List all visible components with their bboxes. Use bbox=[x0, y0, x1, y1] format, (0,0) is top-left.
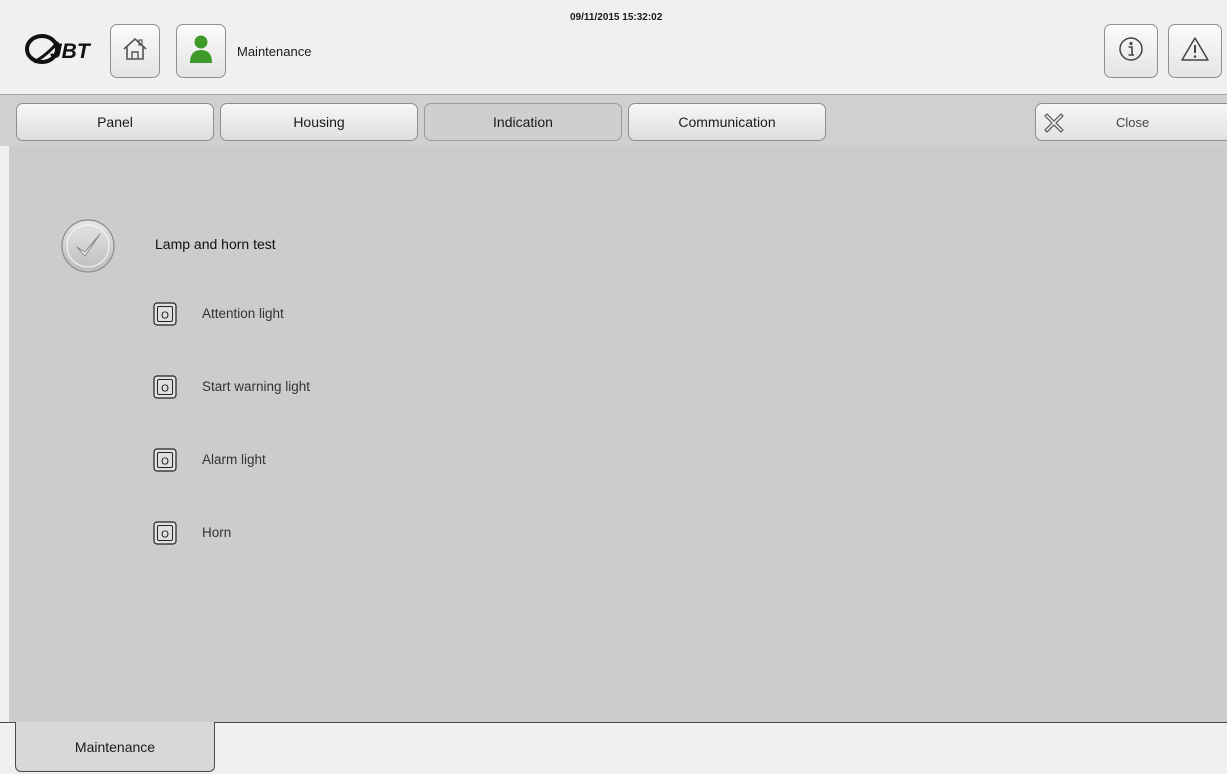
user-icon bbox=[187, 33, 215, 70]
screen-title: Maintenance bbox=[237, 44, 312, 59]
tab-communication[interactable]: Communication bbox=[628, 103, 826, 141]
footer-bar: Maintenance bbox=[0, 722, 1227, 774]
jbt-logo: JBT bbox=[22, 30, 98, 70]
indication-panel: Lamp and horn test O Attention light O S… bbox=[9, 146, 1227, 722]
info-button[interactable] bbox=[1104, 24, 1158, 78]
header-bar: JBT Maintenance 09/11/2015 15:32:02 bbox=[0, 0, 1227, 94]
output-label: Horn bbox=[202, 525, 232, 540]
tab-panel[interactable]: Panel bbox=[16, 103, 214, 141]
tab-bar: Panel Housing Indication Communication C… bbox=[0, 94, 1227, 146]
tab-housing[interactable]: Housing bbox=[220, 103, 418, 141]
svg-text:O: O bbox=[161, 529, 169, 540]
datetime-display: 09/11/2015 15:32:02 bbox=[570, 12, 663, 23]
checkmark-icon bbox=[60, 219, 116, 278]
lamp-horn-test-label: Lamp and horn test bbox=[155, 236, 276, 252]
output-indicator-icon: O bbox=[153, 375, 177, 399]
output-indicator-icon: O bbox=[153, 302, 177, 326]
warning-icon bbox=[1180, 35, 1210, 68]
svg-text:JBT: JBT bbox=[50, 40, 92, 63]
info-icon bbox=[1117, 35, 1145, 68]
footer-tab-maintenance[interactable]: Maintenance bbox=[15, 722, 215, 772]
user-button[interactable] bbox=[176, 24, 226, 78]
home-button[interactable] bbox=[110, 24, 160, 78]
close-label: Close bbox=[1116, 115, 1150, 130]
output-label: Attention light bbox=[202, 306, 284, 321]
output-label: Start warning light bbox=[202, 379, 311, 394]
output-indicator-icon: O bbox=[153, 521, 177, 545]
svg-text:O: O bbox=[161, 383, 169, 394]
lamp-horn-test-button[interactable] bbox=[60, 218, 116, 274]
tab-indication[interactable]: Indication bbox=[424, 103, 622, 141]
close-icon bbox=[1044, 113, 1064, 138]
svg-text:O: O bbox=[161, 456, 169, 467]
close-button[interactable]: Close bbox=[1035, 103, 1227, 141]
svg-text:O: O bbox=[161, 310, 169, 321]
output-indicator-icon: O bbox=[153, 448, 177, 472]
alarm-button[interactable] bbox=[1168, 24, 1222, 78]
output-label: Alarm light bbox=[202, 452, 266, 467]
home-icon bbox=[121, 35, 149, 68]
